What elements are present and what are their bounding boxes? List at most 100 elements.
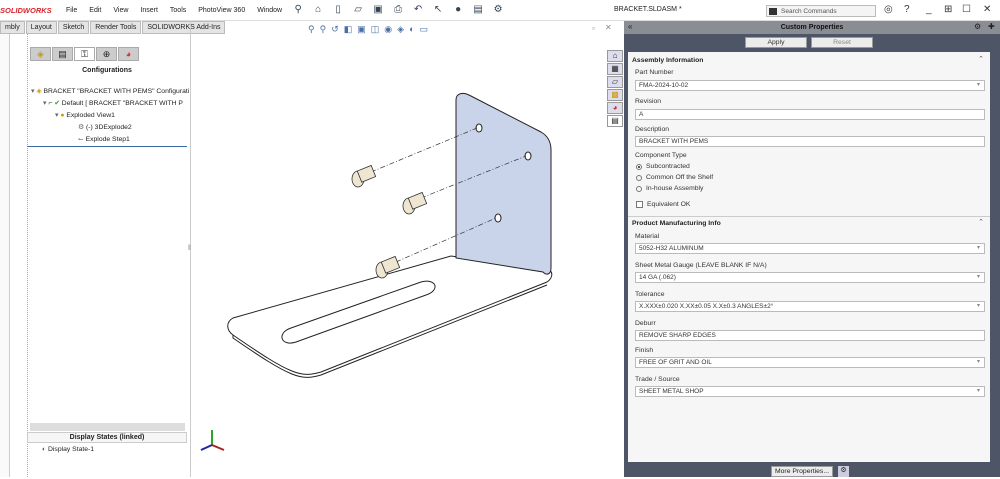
radio-button[interactable] (636, 185, 642, 192)
minimize-button[interactable]: _ (926, 4, 932, 15)
collapse-chevron-icon[interactable]: ⌃ (978, 218, 984, 226)
restore-button[interactable]: ⊞ (944, 4, 952, 15)
display-state-item[interactable]: ◐ Display State-1 (42, 446, 94, 453)
collapse-chevron-icon[interactable]: ⌃ (978, 55, 984, 63)
collapse-pane-icon[interactable]: « (628, 22, 632, 31)
tab-assembly[interactable]: mbly (0, 21, 25, 34)
open-icon[interactable]: ▱ (351, 4, 365, 16)
view-palette-icon[interactable]: ▩ (607, 89, 623, 101)
radio-button[interactable] (636, 163, 642, 170)
apply-button[interactable]: Apply (745, 37, 807, 48)
user-icon[interactable]: ◎ (884, 4, 893, 15)
radio-common-off-the-shelf[interactable]: Common Off the Shelf (636, 174, 713, 181)
section-assembly-information[interactable]: Assembly Information (632, 57, 703, 64)
undo-icon[interactable]: ↶ (411, 4, 425, 16)
search-commands-input[interactable]: Search Commands (766, 5, 876, 17)
view-orientation-icon[interactable]: ▣ (357, 24, 366, 35)
gauge-dropdown[interactable]: 14 GA (.062) (635, 272, 985, 283)
tab-sketch[interactable]: Sketch (57, 21, 90, 34)
section-view-icon[interactable]: ◧ (344, 24, 353, 35)
resources-home-icon[interactable]: ⌂ (607, 50, 623, 62)
checkbox[interactable] (636, 201, 643, 208)
print-icon[interactable]: ⎙ (391, 4, 405, 16)
menu-view[interactable]: View (113, 7, 128, 14)
menu-window[interactable]: Window (257, 7, 282, 14)
menu-photoview[interactable]: PhotoView 360 (198, 7, 245, 14)
tree-label: BRACKET "BRACKET WITH PEMS" Configurati (43, 88, 190, 95)
graphics-area[interactable] (190, 21, 620, 477)
display-states-header: Display States (linked) (27, 432, 187, 443)
zoom-area-icon[interactable]: ⚲ (320, 24, 327, 35)
panel-splitter-handle[interactable]: ‖ (188, 245, 191, 252)
configuration-manager-icon[interactable]: ⚿ (74, 47, 95, 61)
pin-icon[interactable]: ⚲ (291, 4, 305, 16)
file-properties-icon[interactable]: ▤ (471, 4, 485, 16)
tree-item-3dexplode[interactable]: ⚙ (-) 3DExplode2 (78, 123, 132, 131)
section-product-manufacturing-info[interactable]: Product Manufacturing Info (632, 220, 721, 227)
tree-item-default[interactable]: ▾ ⌐ ✔ Default [ BRACKET "BRACKET WITH P (43, 99, 183, 107)
tree-item-explode-step[interactable]: ⌙ Explode Step1 (78, 135, 130, 143)
tab-layout[interactable]: Layout (25, 21, 57, 34)
hide-show-icon[interactable]: ◉ (384, 24, 392, 35)
display-style-icon[interactable]: ◫ (371, 24, 380, 35)
tab-render-tools[interactable]: Render Tools (90, 21, 142, 34)
description-field[interactable]: BRACKET WITH PEMS (635, 136, 985, 147)
equivalent-ok-checkbox[interactable]: Equivalent OK (636, 201, 690, 208)
appearances-icon[interactable]: ◕ (607, 102, 623, 114)
viewport-close-icon[interactable]: ✕ (605, 23, 612, 32)
help-icon[interactable]: ? (904, 4, 910, 15)
options-gear-icon[interactable]: ⚙ (491, 4, 505, 16)
more-properties-button[interactable]: More Properties... (771, 466, 833, 477)
file-explorer-icon[interactable]: ▱ (607, 76, 623, 88)
display-manager-icon[interactable]: ◕ (118, 47, 139, 61)
previous-view-icon[interactable]: ↺ (331, 24, 339, 35)
radio-in-house-assembly[interactable]: In-house Assembly (636, 185, 703, 192)
feature-tree-icon[interactable]: ◈ (30, 47, 51, 61)
part-number-field[interactable]: FMA-2024-10-02 (635, 80, 985, 91)
revision-label: Revision (635, 98, 662, 105)
tree-item-root[interactable]: ▾ ◈ BRACKET "BRACKET WITH PEMS" Configur… (31, 87, 189, 95)
menu-edit[interactable]: Edit (89, 7, 101, 14)
material-dropdown[interactable]: 5052-H32 ALUMINUM (635, 243, 985, 254)
reset-button[interactable]: Reset (811, 37, 873, 48)
custom-properties-icon[interactable]: ▤ (607, 115, 623, 127)
home-icon[interactable]: ⌂ (311, 4, 325, 16)
dimxpert-icon[interactable]: ⊕ (96, 47, 117, 61)
template-settings-icon[interactable]: ⚙ (838, 466, 849, 477)
zoom-to-fit-icon[interactable]: ⚲ (308, 24, 315, 35)
tolerance-dropdown[interactable]: X.XXX±0.020 X.XX±0.05 X.X±0.3 ANGLES±2° (635, 301, 985, 312)
close-button[interactable]: ✕ (983, 4, 991, 15)
horizontal-scrollbar[interactable] (30, 423, 185, 431)
tolerance-label: Tolerance (635, 291, 665, 298)
maximize-button[interactable]: ☐ (962, 4, 971, 15)
menu-tools[interactable]: Tools (170, 7, 186, 14)
traffic-light-icon[interactable]: ● (451, 4, 465, 16)
view-settings-icon[interactable]: ▭ (420, 24, 429, 35)
radio-button[interactable] (636, 174, 642, 181)
left-collapsed-panel (0, 34, 10, 477)
finish-dropdown[interactable]: FREE OF GRIT AND OIL (635, 357, 985, 368)
radio-subcontracted[interactable]: Subcontracted (636, 163, 690, 170)
viewport-restore-icon[interactable]: ▫ (592, 24, 595, 33)
tree-item-exploded-view[interactable]: ▾ ● Exploded View1 (55, 111, 115, 119)
explode-step-icon: ⌙ (78, 136, 84, 143)
radio-label: In-house Assembly (646, 185, 704, 192)
settings-gear-icon[interactable]: ⚙ (974, 22, 981, 31)
design-library-icon[interactable]: ▦ (607, 63, 623, 75)
menu-file[interactable]: File (66, 7, 77, 14)
save-icon[interactable]: ▣ (371, 4, 385, 16)
trade-source-dropdown[interactable]: SHEET METAL SHOP (635, 386, 985, 397)
select-icon[interactable]: ↖ (431, 4, 445, 16)
revision-field[interactable]: A (635, 109, 985, 120)
property-manager-icon[interactable]: ▤ (52, 47, 73, 61)
deburr-field[interactable]: REMOVE SHARP EDGES (635, 330, 985, 341)
scene-icon[interactable]: ◐ (409, 24, 414, 35)
new-file-icon[interactable]: ▯ (331, 4, 345, 16)
pin-pane-icon[interactable]: ✚ (988, 22, 995, 31)
menu-insert[interactable]: Insert (140, 7, 158, 14)
feature-manager-tabs: ◈ ▤ ⚿ ⊕ ◕ (30, 47, 140, 61)
appearance-icon[interactable]: ◈ (397, 24, 404, 35)
finish-label: Finish (635, 347, 654, 354)
radio-label: Subcontracted (646, 163, 690, 170)
gauge-label: Sheet Metal Gauge (LEAVE BLANK IF N/A) (635, 262, 767, 269)
